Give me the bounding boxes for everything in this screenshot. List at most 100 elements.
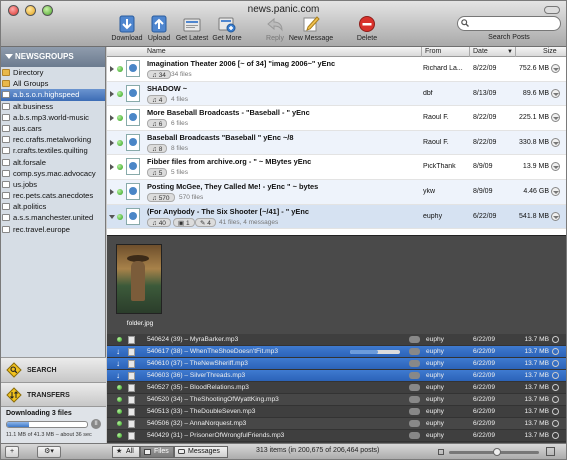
download-arrow-icon[interactable] bbox=[551, 162, 560, 172]
sidebar-search-section[interactable]: SEARCH bbox=[1, 357, 106, 383]
action-menu-button[interactable]: ⚙▾ bbox=[37, 446, 61, 458]
file-row[interactable]: 540527 (35) – BloodRelations.mp3 euphy 6/2… bbox=[107, 382, 566, 394]
post-size: 541.8 MB bbox=[519, 212, 549, 220]
sidebar-item[interactable]: alt.forsale bbox=[1, 157, 105, 168]
file-row[interactable]: 540520 (34) – TheShootingOfWyattKing.mp3… bbox=[107, 394, 566, 406]
file-row[interactable]: ↓ 540603 (36) – SilverThreads.mp3 euphy 6/2… bbox=[107, 370, 566, 382]
status-icon[interactable] bbox=[552, 420, 559, 427]
disclosure-triangle-icon[interactable] bbox=[110, 164, 114, 171]
play-button[interactable] bbox=[409, 348, 420, 355]
post-row[interactable]: Posting McGee, They Called Me! - yEnc " … bbox=[107, 179, 566, 205]
sidebar-item[interactable]: Directory bbox=[1, 67, 105, 78]
status-icon[interactable] bbox=[552, 360, 559, 367]
search-icon bbox=[461, 19, 469, 27]
download-arrow-icon[interactable] bbox=[551, 113, 560, 123]
status-icon[interactable] bbox=[552, 348, 559, 355]
disclosure-triangle-icon[interactable] bbox=[110, 115, 114, 122]
file-progress-fill bbox=[350, 350, 378, 354]
play-button[interactable] bbox=[409, 420, 420, 427]
unread-dot-icon bbox=[117, 164, 123, 171]
status-icon[interactable] bbox=[552, 336, 559, 343]
status-icon[interactable] bbox=[552, 396, 559, 403]
disclosure-triangle-icon[interactable] bbox=[110, 66, 114, 72]
sidebar-item[interactable]: rec.travel.europe bbox=[1, 224, 105, 235]
folder-image-thumbnail[interactable] bbox=[116, 244, 162, 314]
newsgroups-header[interactable]: NEWSGROUPS bbox=[1, 47, 105, 67]
sidebar-item[interactable]: r.crafts.textiles.quilting bbox=[1, 145, 105, 156]
download-arrow-icon[interactable] bbox=[551, 88, 560, 98]
audio-file-icon bbox=[128, 336, 135, 344]
post-row[interactable]: Fibber files from archive.org - " ~ MByt… bbox=[107, 155, 566, 180]
newsgroup-icon bbox=[2, 225, 10, 233]
file-row[interactable]: 540624 (39) – MyraBarker.mp3 euphy 6/22/09… bbox=[107, 334, 566, 346]
play-button[interactable] bbox=[409, 336, 420, 343]
file-date: 6/22/09 bbox=[473, 348, 495, 355]
download-arrow-icon[interactable] bbox=[551, 186, 560, 196]
zoom-slider-knob[interactable] bbox=[493, 448, 501, 456]
download-arrow-icon[interactable] bbox=[551, 211, 560, 221]
newsgroup-icon bbox=[2, 113, 10, 121]
sidebar-item[interactable]: All Groups bbox=[1, 78, 105, 89]
sidebar-item[interactable]: a.s.s.manchester.united bbox=[1, 212, 105, 223]
status-icon[interactable] bbox=[552, 408, 559, 415]
sidebar-item[interactable]: alt.business bbox=[1, 101, 105, 112]
column-date[interactable]: Date bbox=[473, 48, 488, 55]
sidebar-item[interactable]: a.b.s.o.n.highspeed bbox=[1, 89, 105, 101]
file-size: 13.7 MB bbox=[524, 384, 549, 391]
sidebar-item[interactable]: aus.cars bbox=[1, 123, 105, 134]
column-from[interactable]: From bbox=[425, 48, 441, 55]
sidebar-item[interactable]: comp.sys.mac.advocacy bbox=[1, 168, 105, 179]
play-button[interactable] bbox=[409, 396, 420, 403]
toolbar-toggle-button[interactable] bbox=[544, 6, 560, 14]
small-view-icon[interactable] bbox=[438, 449, 444, 455]
play-button[interactable] bbox=[409, 432, 420, 439]
newsgroup-icon bbox=[2, 102, 10, 110]
filter-messages[interactable]: Messages bbox=[174, 446, 228, 458]
file-row[interactable]: ↓ 540617 (38) – WhenTheShoeDoesn'tFit.mp3… bbox=[107, 346, 566, 358]
post-row[interactable]: SHADOW ~ ♫ 44 files dbf 8/13/09 89.6 MB bbox=[107, 81, 566, 107]
filter-all[interactable]: ★ All bbox=[112, 446, 140, 458]
sidebar-item[interactable]: rec.pets.cats.anecdotes bbox=[1, 190, 105, 201]
disclosure-triangle-icon[interactable] bbox=[110, 90, 114, 97]
new-message-button[interactable]: New Message bbox=[288, 15, 334, 42]
file-row[interactable]: 540513 (33) – TheDoubleSeven.mp3 euphy 6/2… bbox=[107, 406, 566, 418]
file-date: 6/22/09 bbox=[473, 432, 495, 439]
filter-files[interactable]: Files bbox=[140, 446, 174, 458]
download-arrow-icon[interactable] bbox=[551, 137, 560, 147]
file-count-badge: ♫ 570 bbox=[147, 192, 175, 202]
audio-file-icon bbox=[126, 207, 140, 225]
play-button[interactable] bbox=[409, 408, 420, 415]
post-row[interactable]: More Baseball Broadcasts - "Baseball - "… bbox=[107, 106, 566, 131]
play-button[interactable] bbox=[409, 384, 420, 391]
play-button[interactable] bbox=[409, 372, 420, 379]
sidebar-item[interactable]: us.jobs bbox=[1, 179, 105, 190]
get-more-button[interactable]: Get More bbox=[204, 15, 250, 42]
disclosure-triangle-icon[interactable] bbox=[110, 188, 114, 195]
sidebar-item[interactable]: a.b.s.mp3.world-music bbox=[1, 112, 105, 123]
sidebar-item[interactable]: alt.politics bbox=[1, 201, 105, 212]
sidebar-item[interactable]: rec.crafts.metalworking bbox=[1, 134, 105, 145]
zoom-slider[interactable] bbox=[449, 448, 539, 456]
delete-button[interactable]: Delete bbox=[344, 15, 390, 42]
download-arrow-icon[interactable] bbox=[551, 64, 560, 73]
file-row[interactable]: ↓ 540610 (37) – TheNewSheriff.mp3 euphy 6/2… bbox=[107, 358, 566, 370]
post-row[interactable]: Baseball Broadcasts "Baseball " yEnc ~/8… bbox=[107, 130, 566, 156]
status-icon[interactable] bbox=[552, 372, 559, 379]
pause-icon[interactable]: II bbox=[91, 419, 101, 429]
column-name[interactable]: Name bbox=[147, 48, 166, 55]
large-view-icon[interactable] bbox=[546, 447, 555, 456]
add-button[interactable]: + bbox=[5, 446, 19, 458]
status-icon[interactable] bbox=[552, 432, 559, 439]
play-button[interactable] bbox=[409, 360, 420, 367]
file-row[interactable]: 540506 (32) – AnnaNorquest.mp3 euphy 6/22/… bbox=[107, 418, 566, 430]
status-icon[interactable] bbox=[552, 384, 559, 391]
search-posts-input[interactable] bbox=[472, 18, 556, 29]
disclosure-triangle-icon[interactable] bbox=[110, 139, 114, 146]
newsgroup-list: Directory All Groups a.b.s.o.n.highspeed al… bbox=[1, 67, 105, 235]
column-size[interactable]: Size bbox=[543, 48, 557, 55]
disclosure-triangle-icon[interactable] bbox=[109, 214, 115, 219]
sidebar-transfers-section[interactable]: TRANSFERS bbox=[1, 383, 106, 407]
post-row[interactable]: Imagination Theater 2006 [~ of 34] "imag… bbox=[107, 57, 566, 82]
file-row[interactable]: 540429 (31) – PrisonerOfWrongfulFriends.… bbox=[107, 430, 566, 442]
post-row[interactable]: (For Anybody - The Six Shooter [~/41] - … bbox=[107, 204, 566, 230]
